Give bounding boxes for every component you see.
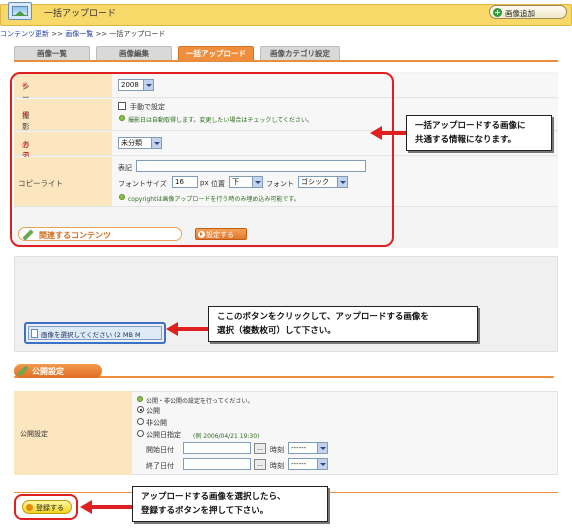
breadcrumb: コンテンツ更新 >> 画像一覧 >> 一括アップロード [0,30,166,38]
tab-image-edit[interactable]: 画像編集 [96,46,172,60]
callout-common-info: 一括アップロードする画像に 共通する情報になります。 [406,115,552,151]
tabs-underline [14,60,558,62]
publish-heading: 公開設定 [14,364,102,378]
end-time-select[interactable]: ------ [288,458,328,470]
start-date-input[interactable] [183,442,251,454]
tab-bulk-upload[interactable]: 一括アップロード [178,46,254,60]
publish-label: 公開設定 [14,391,132,475]
add-image-button[interactable]: + 画像追加 [489,5,567,19]
start-time-select[interactable]: ------ [288,442,328,454]
select-button-highlight [24,322,166,344]
end-date-input[interactable] [183,458,251,470]
register-highlight [14,494,78,520]
pencil-icon [17,365,29,377]
common-info-highlight [10,72,394,247]
radio-private[interactable] [137,418,144,425]
image-app-icon [8,2,32,20]
start-date-picker-button[interactable]: ... [254,443,266,454]
breadcrumb-current: 一括アップロード [109,30,166,38]
end-date-picker-button[interactable]: ... [254,459,266,470]
callout-register: アップロードする画像を選択したら、 登録するボタンを押して下さい。 [132,486,328,522]
plus-icon: + [493,8,502,17]
tab-image-list[interactable]: 画像一覧 [14,46,90,60]
breadcrumb-link-content[interactable]: コンテンツ更新 [0,30,49,38]
radio-public[interactable] [137,406,144,413]
callout-select-images: ここのボタンをクリックして、アップロードする画像を 選択（複数枚可）して下さい。 [208,306,478,342]
radio-scheduled[interactable] [137,430,144,437]
tab-image-category[interactable]: 画像カテゴリ設定 [260,46,340,60]
publish-hint: 公開・非公開の設定を行ってください。 [146,398,254,405]
hint-bulb-icon [137,396,143,402]
page-title: 一括アップロード [44,9,117,19]
breadcrumb-link-image-list[interactable]: 画像一覧 [65,30,93,38]
date-example: (例 2006/04/21 19:30) [193,433,260,440]
